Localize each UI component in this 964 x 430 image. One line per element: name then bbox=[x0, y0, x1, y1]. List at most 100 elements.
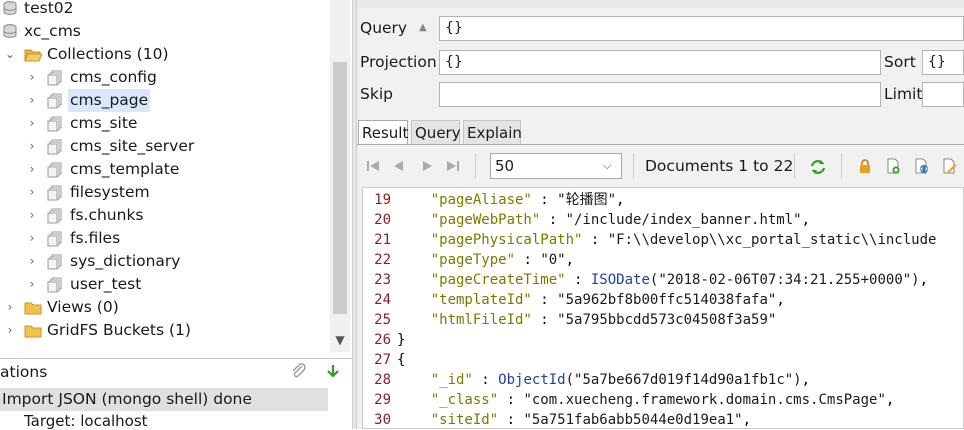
download-arrow-icon[interactable] bbox=[326, 364, 340, 384]
json-value: "5a962bf8b00ffc514038fafa" bbox=[557, 292, 777, 308]
chevron-right-icon[interactable]: › bbox=[24, 158, 40, 181]
projection-input[interactable]: {} bbox=[439, 50, 881, 75]
tree-scrollbar-thumb[interactable] bbox=[333, 62, 347, 314]
code-text: "pagePhysicalPath" : "F:\\develop\\xc_po… bbox=[397, 230, 937, 250]
line-number: 27 bbox=[374, 352, 391, 368]
line-number: 30 bbox=[374, 412, 391, 428]
tab-query[interactable]: Query bbox=[411, 120, 461, 144]
collection-node[interactable]: › cms_config bbox=[0, 66, 330, 89]
tree-item-label: cms_template bbox=[70, 160, 180, 178]
limit-input[interactable] bbox=[922, 82, 964, 107]
sort-label: Sort bbox=[884, 53, 916, 71]
refresh-icon[interactable] bbox=[809, 158, 826, 174]
collection-icon bbox=[47, 277, 63, 293]
edit-document-icon[interactable] bbox=[941, 158, 957, 174]
folder-open-icon bbox=[24, 47, 42, 63]
chevron-right-icon[interactable]: › bbox=[24, 112, 40, 135]
chevron-right-icon[interactable]: › bbox=[24, 227, 40, 250]
chevron-right-icon[interactable]: › bbox=[2, 296, 18, 319]
collection-node[interactable]: › fs.chunks bbox=[0, 204, 330, 227]
previous-page-icon[interactable] bbox=[391, 158, 407, 174]
tab-explain[interactable]: Explain bbox=[463, 120, 522, 144]
chevron-right-icon[interactable]: › bbox=[24, 204, 40, 227]
code-document-icon[interactable] bbox=[913, 158, 929, 174]
operations-panel-header: ations bbox=[0, 358, 352, 387]
collection-icon bbox=[47, 116, 63, 132]
collection-node[interactable]: › cms_site bbox=[0, 112, 330, 135]
folder-node[interactable]: › Views (0) bbox=[0, 296, 330, 319]
tree-item-label: sys_dictionary bbox=[70, 252, 181, 270]
json-punctuation: , bbox=[801, 212, 811, 228]
tree-item-label: xc_cms bbox=[24, 22, 81, 40]
tree-item-label: GridFS Buckets (1) bbox=[47, 321, 191, 339]
page-size-select[interactable]: 50 ⌵ bbox=[490, 153, 622, 179]
chevron-down-icon[interactable]: ⌄ bbox=[2, 43, 18, 66]
json-separator: : bbox=[498, 392, 524, 408]
add-document-icon[interactable] bbox=[885, 158, 901, 174]
chevron-right-icon[interactable]: › bbox=[24, 66, 40, 89]
collection-node[interactable]: › user_test bbox=[0, 273, 330, 296]
collection-icon bbox=[47, 139, 63, 155]
tree-item-label: cms_site_server bbox=[70, 137, 195, 155]
folder-node[interactable]: ⌄ Collections (10) bbox=[0, 43, 330, 66]
next-page-icon[interactable] bbox=[419, 158, 435, 174]
code-line: 25 "htmlFileId" : "5a795bbcdd573c04508f3… bbox=[363, 310, 963, 330]
sort-input[interactable]: {} bbox=[922, 50, 964, 75]
database-node[interactable]: xc_cms bbox=[0, 20, 330, 43]
collection-node[interactable]: › cms_template bbox=[0, 158, 330, 181]
lock-icon[interactable] bbox=[857, 158, 873, 174]
tree-item-label: filesystem bbox=[70, 183, 150, 201]
line-number: 28 bbox=[374, 372, 391, 388]
database-node[interactable]: test02 bbox=[0, 0, 330, 20]
toolbar-separator bbox=[633, 153, 634, 179]
json-key: "pageCreateTime" bbox=[430, 272, 566, 288]
connection-tree-panel: test02 xc_cms ⌄ Collections (10) › cms_config… bbox=[0, 0, 352, 429]
chevron-right-icon[interactable]: › bbox=[24, 181, 40, 204]
json-function: ISODate bbox=[590, 272, 650, 288]
tab-result[interactable]: Result bbox=[358, 120, 408, 144]
collection-node[interactable]: › filesystem bbox=[0, 181, 330, 204]
line-number: 21 bbox=[374, 232, 391, 248]
page-size-value: 50 bbox=[495, 157, 515, 175]
operation-item[interactable]: Import JSON (mongo shell) done bbox=[0, 388, 328, 411]
json-separator: : bbox=[582, 232, 608, 248]
skip-label: Skip bbox=[360, 85, 393, 103]
brace: } bbox=[397, 332, 406, 348]
first-page-icon[interactable] bbox=[365, 158, 381, 174]
operation-target: Target: localhost bbox=[24, 412, 148, 429]
query-label: Query bbox=[360, 19, 408, 37]
database-icon bbox=[3, 24, 17, 38]
json-separator: : bbox=[531, 192, 558, 208]
chevron-right-icon[interactable]: › bbox=[24, 135, 40, 158]
chevron-right-icon[interactable]: › bbox=[24, 89, 40, 112]
line-number: 23 bbox=[374, 272, 391, 288]
json-separator: : bbox=[498, 412, 524, 428]
collection-node[interactable]: › cms_site_server bbox=[0, 135, 330, 158]
chevron-right-icon[interactable]: › bbox=[2, 319, 18, 342]
collection-node[interactable]: › sys_dictionary bbox=[0, 250, 330, 273]
last-page-icon[interactable] bbox=[445, 158, 461, 174]
collection-icon bbox=[47, 231, 63, 247]
tree-item-label: fs.chunks bbox=[70, 206, 144, 224]
chevron-right-icon[interactable]: › bbox=[24, 250, 40, 273]
json-value: "轮播图" bbox=[557, 192, 617, 208]
code-line: 24 "templateId" : "5a962bf8b00ffc514038f… bbox=[363, 290, 963, 310]
skip-input[interactable] bbox=[439, 82, 881, 107]
query-history-icon[interactable]: ▲ bbox=[419, 22, 427, 33]
code-text: "pageAliase" : "轮播图", bbox=[397, 190, 625, 210]
json-separator: : bbox=[472, 372, 499, 388]
paperclip-icon[interactable] bbox=[290, 363, 308, 385]
chevron-right-icon[interactable]: › bbox=[24, 273, 40, 296]
scroll-down-arrow-icon[interactable]: ▼ bbox=[330, 330, 350, 350]
collection-node[interactable]: › cms_page bbox=[0, 89, 330, 112]
result-json-editor[interactable]: 19 "pageAliase" : "轮播图", 20 "pageWebPath"… bbox=[362, 187, 964, 429]
folder-node[interactable]: › GridFS Buckets (1) bbox=[0, 319, 330, 342]
collection-node[interactable]: › fs.files bbox=[0, 227, 330, 250]
query-input[interactable]: {} bbox=[439, 16, 964, 41]
json-value: "5a795bbcdd573c04508f3a59" bbox=[557, 312, 777, 328]
